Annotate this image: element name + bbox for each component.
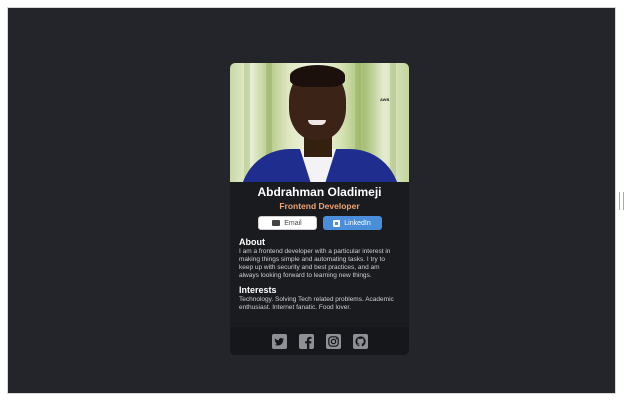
interests-section: Interests Technology. Solving Tech relat… xyxy=(230,285,409,312)
email-button-label: Email xyxy=(284,219,302,227)
linkedin-icon xyxy=(333,219,341,227)
profile-title: Frontend Developer xyxy=(279,201,360,211)
instagram-icon[interactable] xyxy=(325,333,341,349)
resize-handle[interactable] xyxy=(619,192,624,210)
interests-text: Technology. Solving Tech related problem… xyxy=(239,296,394,311)
social-footer xyxy=(230,327,409,355)
linkedin-button[interactable]: LinkedIn xyxy=(322,216,382,230)
envelope-icon xyxy=(272,220,281,226)
facebook-icon[interactable] xyxy=(298,333,314,349)
profile-name: Abdrahman Oladimeji xyxy=(257,185,382,199)
viewport: AWB Abdrahman Oladimeji Frontend Develop… xyxy=(7,7,616,394)
smile xyxy=(308,120,326,125)
github-icon[interactable] xyxy=(352,333,368,349)
about-heading: About xyxy=(239,237,265,247)
linkedin-button-label: LinkedIn xyxy=(344,219,371,227)
interests-heading: Interests xyxy=(239,285,277,295)
about-text: I am a frontend developer with a particu… xyxy=(239,248,391,279)
photo-tag: AWB xyxy=(380,97,390,102)
profile-card: AWB Abdrahman Oladimeji Frontend Develop… xyxy=(230,63,409,355)
profile-info: Abdrahman Oladimeji Frontend Developer E… xyxy=(230,185,409,230)
profile-photo: AWB xyxy=(230,63,409,182)
hair xyxy=(290,65,345,87)
curtain-fold xyxy=(244,63,250,182)
contact-buttons: Email LinkedIn xyxy=(230,216,409,230)
about-section: About I am a frontend developer with a p… xyxy=(230,237,409,280)
twitter-icon[interactable] xyxy=(271,333,287,349)
curtain-fold xyxy=(390,63,396,182)
email-button[interactable]: Email xyxy=(257,216,317,230)
